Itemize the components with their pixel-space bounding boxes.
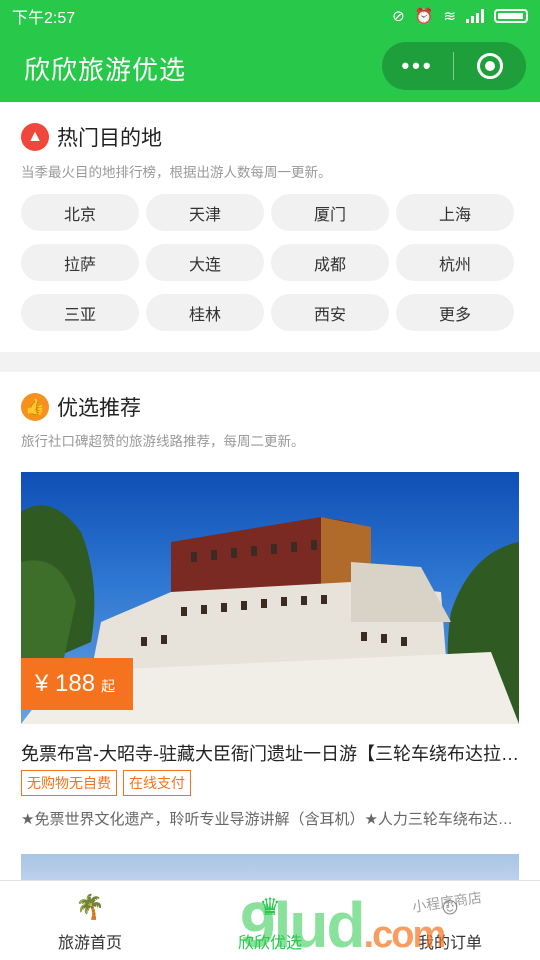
- palm-tree-icon: 🌴: [75, 894, 105, 921]
- price-badge: ¥ 188 起: [21, 658, 133, 710]
- close-button[interactable]: [454, 53, 526, 79]
- tag-online-payment: 在线支付: [123, 770, 191, 796]
- price-value: ¥ 188: [35, 670, 96, 697]
- city-pill[interactable]: 成都: [271, 244, 389, 281]
- alarm-icon: ⏰: [414, 8, 434, 25]
- city-pill[interactable]: 上海: [396, 194, 514, 231]
- watermark-text: 9lud: [240, 889, 366, 960]
- city-pill[interactable]: 北京: [21, 194, 139, 231]
- city-grid: 北京 天津 厦门 上海 拉萨 大连 成都 杭州 三亚 桂林 西安 更多: [21, 194, 515, 331]
- hot-title: 热门目的地: [57, 127, 162, 150]
- city-pill[interactable]: 天津: [146, 194, 264, 231]
- tab-home-label: 旅游首页: [57, 935, 122, 952]
- city-pill[interactable]: 三亚: [21, 294, 139, 331]
- target-icon: [477, 53, 503, 79]
- hot-header: ▲ 热门目的地: [21, 122, 162, 152]
- tour-tags: 无购物无自费 在线支付: [21, 770, 191, 796]
- more-menu-button[interactable]: •••: [382, 53, 453, 79]
- mute-icon: ⊘: [392, 8, 405, 25]
- city-pill[interactable]: 拉萨: [21, 244, 139, 281]
- hot-destinations-section: ▲ 热门目的地 当季最火目的地排行榜，根据出游人数每周一更新。 北京 天津 厦门…: [0, 102, 540, 352]
- mini-program-capsule: •••: [382, 42, 526, 90]
- city-pill[interactable]: 杭州: [396, 244, 514, 281]
- next-tour-photo[interactable]: [21, 854, 519, 880]
- nav-bar: 欣欣旅游优选 •••: [0, 32, 540, 102]
- status-icons: ⊘ ⏰ ≋: [392, 7, 528, 25]
- tour-description: ★免票世界文化遗产，聆听专业导游讲解（含耳机）★人力三轮车绕布达拉宫: [21, 811, 519, 828]
- recommend-subtitle: 旅行社口碑超赞的旅游线路推荐，每周二更新。: [21, 434, 305, 449]
- tour-photo[interactable]: ¥ 188 起: [21, 472, 519, 724]
- city-pill[interactable]: 桂林: [146, 294, 264, 331]
- signal-icon: [466, 9, 484, 23]
- watermark-suffix: .com: [363, 914, 447, 956]
- flame-icon: ▲: [21, 123, 49, 151]
- page-title: 欣欣旅游优选: [24, 55, 187, 85]
- more-cities-button[interactable]: 更多: [396, 294, 514, 331]
- recommend-header: 👍 优选推荐: [21, 392, 141, 422]
- tag-no-shopping: 无购物无自费: [21, 770, 117, 796]
- city-pill[interactable]: 厦门: [271, 194, 389, 231]
- thumbs-up-icon: 👍: [21, 393, 49, 421]
- tab-home[interactable]: 🌴 旅游首页: [0, 881, 180, 960]
- recommend-title: 优选推荐: [57, 397, 141, 420]
- recommend-section: 👍 优选推荐 旅行社口碑超赞的旅游线路推荐，每周二更新。 ¥ 188 起 免票布…: [0, 372, 540, 880]
- tour-title[interactable]: 免票布宫-大昭寺-驻藏大臣衙门遗址一日游【三轮车绕布达拉宫】: [21, 740, 519, 766]
- top-bar: 下午2:57 ⊘ ⏰ ≋ 欣欣旅游优选 •••: [0, 0, 540, 102]
- battery-icon: [494, 9, 528, 23]
- price-unit: 起: [101, 678, 116, 694]
- city-pill[interactable]: 西安: [271, 294, 389, 331]
- hot-subtitle: 当季最火目的地排行榜，根据出游人数每周一更新。: [21, 165, 332, 180]
- status-time: 下午2:57: [12, 10, 76, 27]
- wifi-icon: ≋: [443, 8, 456, 25]
- city-pill[interactable]: 大连: [146, 244, 264, 281]
- status-bar: 下午2:57 ⊘ ⏰ ≋: [0, 0, 540, 32]
